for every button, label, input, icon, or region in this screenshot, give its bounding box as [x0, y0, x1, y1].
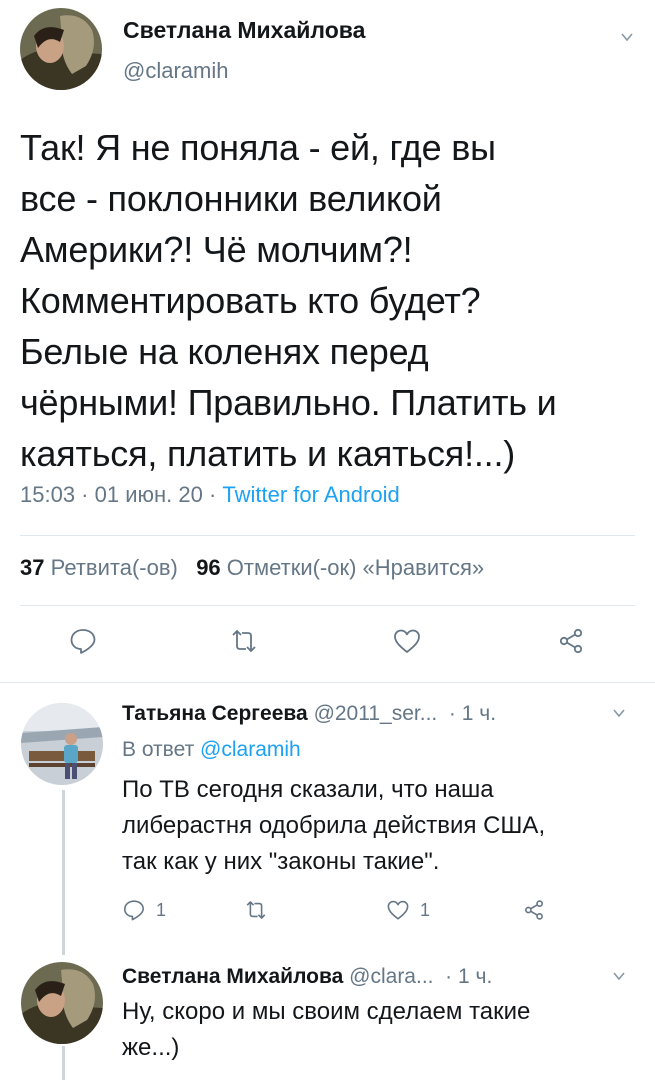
reply-prefix: В ответ	[122, 738, 201, 761]
divider	[20, 535, 635, 536]
reply-author-name[interactable]: Светлана Михайлова	[122, 965, 343, 988]
divider	[20, 605, 635, 606]
reply-text: Ну, скоро и мы своим сделаем такие же...…	[122, 994, 622, 1066]
tweet-source-link[interactable]: Twitter for Android	[222, 482, 399, 507]
author-avatar[interactable]	[20, 8, 102, 90]
reply-time: · 1 ч.	[448, 702, 497, 725]
share-icon	[525, 900, 543, 920]
like-count: 1	[420, 899, 431, 920]
reply-time: · 1 ч.	[445, 965, 493, 988]
retweet-icon[interactable]	[229, 626, 259, 656]
chevron-down-icon[interactable]	[612, 969, 626, 983]
reply-text: По ТВ сегодня сказали, что наша либераст…	[122, 772, 622, 880]
reply-avatar[interactable]	[21, 962, 103, 1044]
chevron-down-icon[interactable]	[612, 706, 626, 720]
mention-link[interactable]: @claramih	[200, 738, 301, 761]
meta-separator: ·	[75, 482, 95, 507]
likes-label: Отметки(-ок) «Нравится»	[226, 555, 485, 580]
tweet-date: 01 июн. 20	[94, 482, 203, 507]
author-name[interactable]: Светлана Михайлова	[123, 17, 365, 44]
reply-text-line: же...)	[122, 1034, 180, 1061]
tweet-text-line: чёрными! Правильно. Платить и	[20, 382, 557, 423]
thread-line	[62, 790, 65, 955]
reply-header: Татьяна Сергеева @2011_ser... · 1 ч.	[122, 702, 496, 726]
tweet-text-line: Белые на коленях перед	[20, 331, 429, 372]
thread-line	[62, 1046, 65, 1080]
reply-icon	[124, 900, 144, 921]
reply-text-line: По ТВ сегодня сказали, что наша	[122, 776, 494, 803]
retweets-count: 37	[20, 555, 45, 580]
reply-author-handle[interactable]: @2011_ser...	[314, 702, 438, 725]
reply-like-button[interactable]: 1	[386, 898, 430, 922]
retweet-icon	[246, 901, 266, 919]
reply-count: 1	[156, 899, 167, 920]
likes-stat[interactable]: 96 Отметки(-ок) «Нравится»	[196, 555, 484, 580]
reply-text-line: так как у них "законы такие".	[122, 848, 440, 875]
tweet-text-line: каяться, платить и каяться!...)	[20, 433, 516, 474]
reply-context: В ответ @claramih	[122, 738, 301, 762]
tweet-text-line: все - поклонники великой	[20, 178, 442, 219]
tweet-stats: 37 Ретвита(-ов) 96 Отметки(-ок) «Нравитс…	[20, 555, 484, 581]
tweet-text-line: Комментировать кто будет?	[20, 280, 481, 321]
share-icon[interactable]	[556, 626, 586, 656]
like-icon[interactable]	[392, 626, 422, 656]
reply-author-name[interactable]: Татьяна Сергеева	[122, 702, 308, 725]
tweet-text-line: Так! Я не поняла - ей, где вы	[20, 127, 496, 168]
tweet-text-line: Америки?! Чё молчим?!	[20, 229, 413, 270]
chevron-down-icon[interactable]	[620, 30, 634, 44]
reply-share-button[interactable]	[522, 898, 546, 922]
retweets-stat[interactable]: 37 Ретвита(-ов)	[20, 555, 178, 580]
reply-reply-button[interactable]: 1	[122, 898, 166, 922]
reply-retweet-button[interactable]	[244, 898, 268, 922]
avatar-photo	[20, 8, 102, 90]
avatar-photo	[21, 703, 103, 785]
retweets-label: Ретвита(-ов)	[50, 555, 178, 580]
author-handle[interactable]: @claramih	[123, 58, 228, 84]
divider	[0, 682, 655, 683]
tweet-text: Так! Я не поняла - ей, где вы все - покл…	[20, 122, 640, 479]
reply-icon[interactable]	[68, 626, 98, 656]
reply-avatar[interactable]	[21, 703, 103, 785]
meta-separator: ·	[202, 482, 223, 507]
reply-text-line: либерастня одобрила действия США,	[122, 812, 546, 839]
tweet-meta: 15:03 · 01 июн. 20 · Twitter for Android	[20, 482, 400, 508]
avatar-photo	[21, 962, 103, 1044]
reply-header: Светлана Михайлова @clara... · 1 ч.	[122, 965, 492, 989]
reply-text-line: Ну, скоро и мы своим сделаем такие	[122, 998, 531, 1025]
tweet-time: 15:03	[20, 482, 76, 507]
like-icon	[387, 900, 409, 920]
reply-author-handle[interactable]: @clara...	[349, 965, 433, 988]
likes-count: 96	[196, 555, 221, 580]
